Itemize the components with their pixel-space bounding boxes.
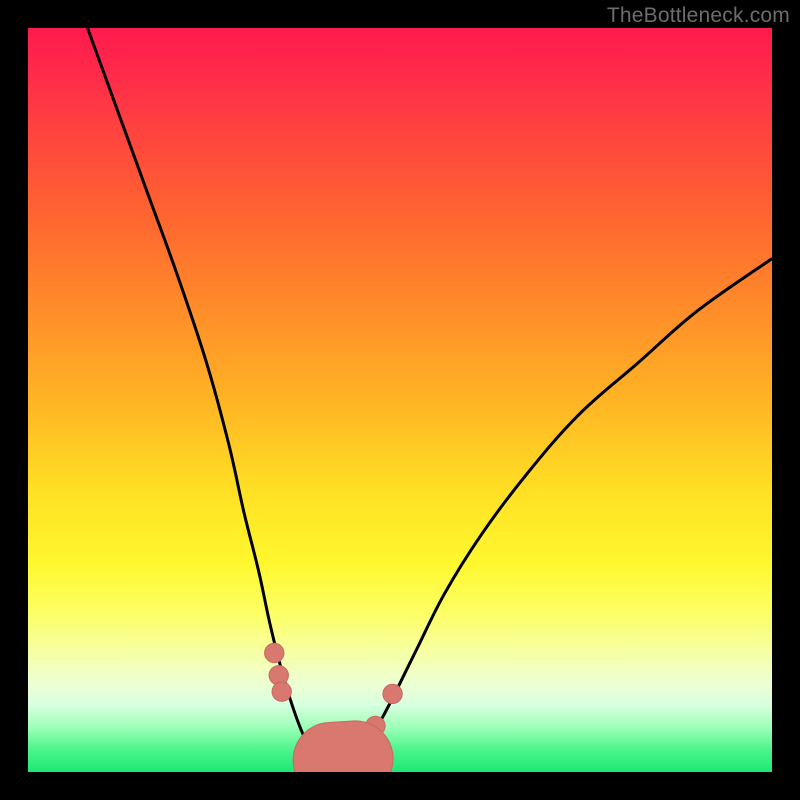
curve-marker: [272, 682, 291, 701]
bottleneck-curve-svg: [28, 28, 772, 772]
plot-area: [28, 28, 772, 772]
watermark-text: TheBottleneck.com: [607, 4, 790, 28]
bottleneck-curve: [88, 28, 772, 767]
chart-frame: TheBottleneck.com: [0, 0, 800, 800]
curve-marker: [265, 643, 284, 662]
curve-marker: [383, 684, 402, 703]
curve-marker-capsule: [331, 759, 356, 760]
curve-markers: [265, 643, 403, 763]
